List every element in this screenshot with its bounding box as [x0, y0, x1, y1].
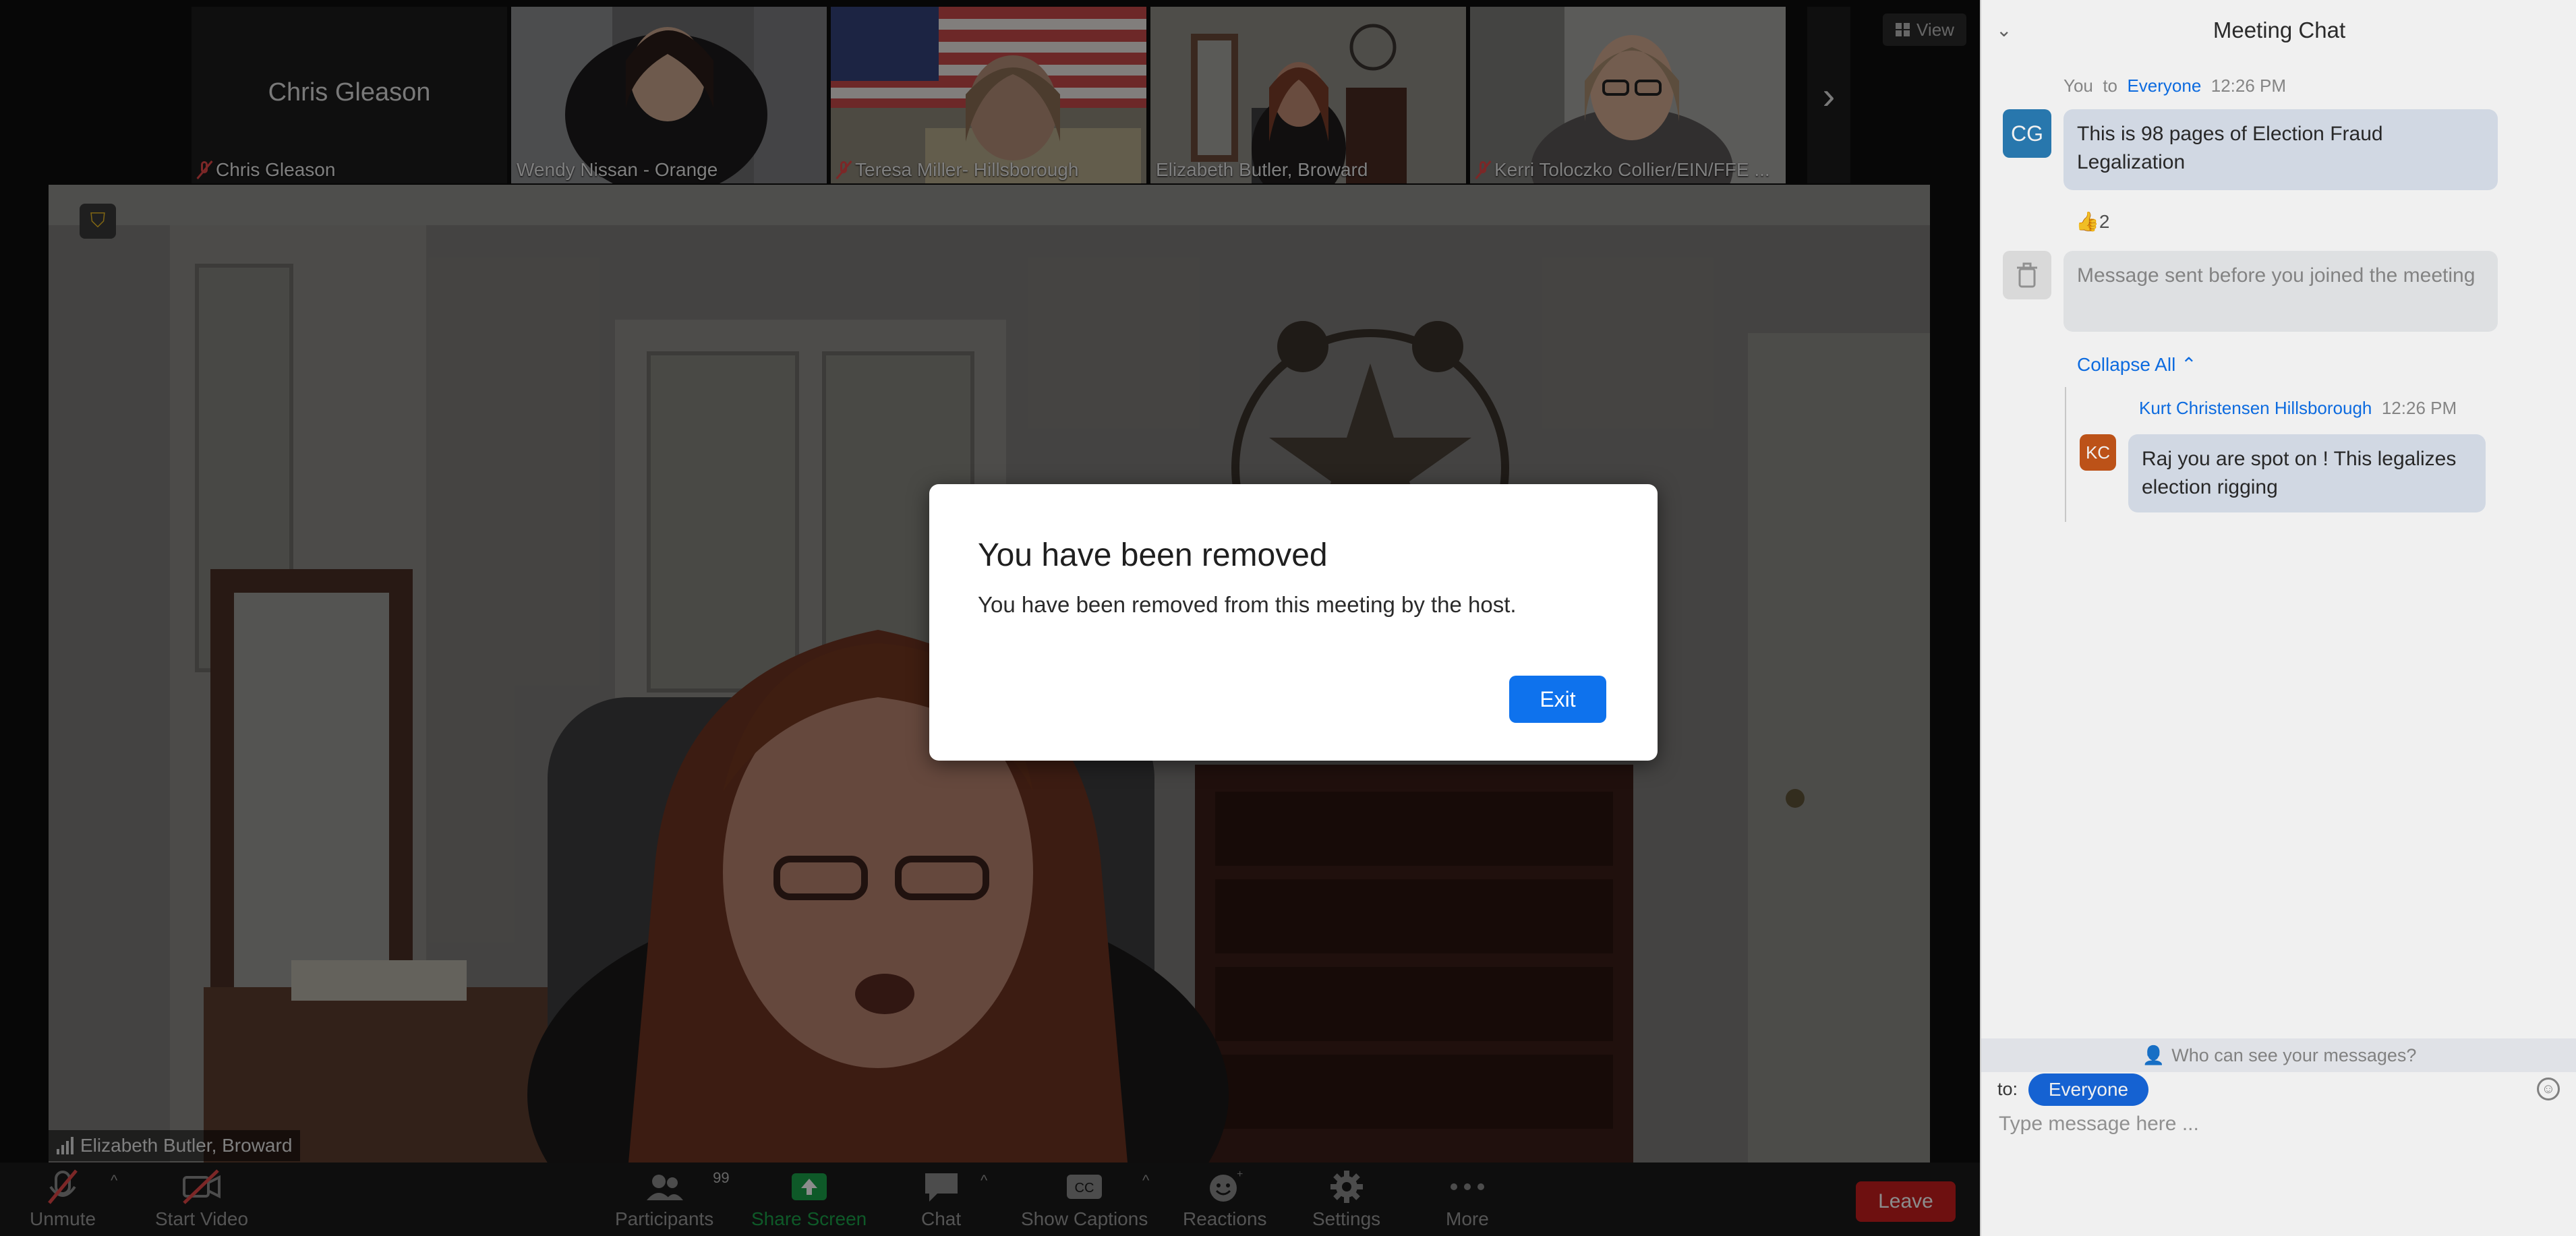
dialog-message: You have been removed from this meeting … — [978, 592, 1517, 617]
exit-button[interactable]: Exit — [1509, 676, 1606, 723]
dialog-title: You have been removed — [978, 537, 1328, 573]
removed-dialog: You have been removed You have been remo… — [929, 484, 1658, 761]
chat-panel-dim — [1980, 0, 2576, 1236]
